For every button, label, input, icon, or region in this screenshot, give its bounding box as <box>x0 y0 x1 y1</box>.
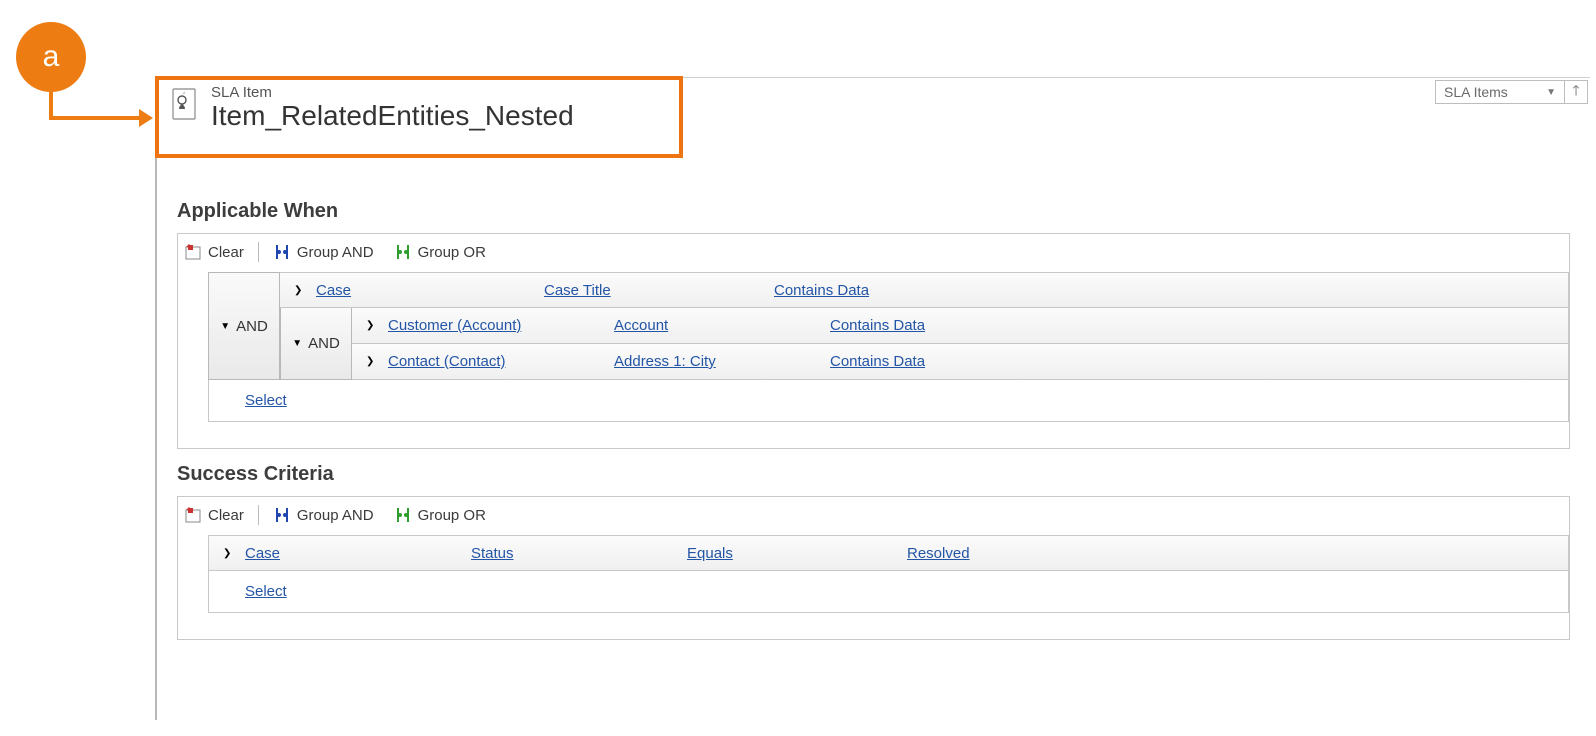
group-and-label: Group AND <box>297 507 374 524</box>
condition-toolbar: Clear Group AND Group OR <box>178 234 1569 272</box>
form-area: SLA Item Item_RelatedEntities_Nested SLA… <box>155 77 1590 720</box>
condition-row: ❯ Contact (Contact) Address 1: City Cont… <box>352 344 1569 380</box>
group-or-icon <box>394 243 412 261</box>
condition-field-link[interactable]: Case Title <box>544 282 611 299</box>
chevron-down-icon: ▼ <box>292 338 302 349</box>
condition-field-link[interactable]: Account <box>614 317 668 334</box>
document-icon <box>171 88 197 120</box>
condition-operator-link[interactable]: Equals <box>687 545 733 562</box>
condition-row: ❯ Customer (Account) Account Contains Da… <box>352 308 1569 344</box>
group-and-icon <box>273 506 291 524</box>
condition-field-link[interactable]: Address 1: City <box>614 353 716 370</box>
view-selector-label: SLA Items <box>1444 84 1508 100</box>
select-link[interactable]: Select <box>245 583 287 600</box>
expand-toggle[interactable]: ❯ <box>366 356 378 367</box>
callout-letter: a <box>43 40 60 74</box>
clear-icon <box>184 243 202 261</box>
arrow-up-icon: 🡑 <box>1572 80 1579 104</box>
condition-entity-link[interactable]: Case <box>245 545 280 562</box>
condition-toolbar: Clear Group AND Group OR <box>178 497 1569 535</box>
nav-up-button[interactable]: 🡑 <box>1564 80 1588 104</box>
condition-entity-link[interactable]: Customer (Account) <box>388 317 521 334</box>
clear-button[interactable]: Clear <box>184 506 244 524</box>
condition-panel: Clear Group AND Group OR <box>177 233 1570 449</box>
group-and-label: Group AND <box>297 244 374 261</box>
group-or-button[interactable]: Group OR <box>394 506 486 524</box>
condition-operator-link[interactable]: Contains Data <box>830 317 925 334</box>
section-success-criteria: Success Criteria Clear Group AND <box>177 449 1570 640</box>
group-and-icon <box>273 243 291 261</box>
condition-field-link[interactable]: Status <box>471 545 514 562</box>
group-and-button[interactable]: Group AND <box>273 506 374 524</box>
group-logic-selector[interactable]: ▼ AND <box>280 308 352 380</box>
group-or-icon <box>394 506 412 524</box>
clear-label: Clear <box>208 244 244 261</box>
separator <box>258 242 259 262</box>
condition-operator-link[interactable]: Contains Data <box>774 282 869 299</box>
add-condition-row: Select <box>208 571 1569 613</box>
condition-tree: ❯ Case Status Equals Resolved <box>208 535 1569 613</box>
expand-toggle[interactable]: ❯ <box>223 548 235 559</box>
separator <box>258 505 259 525</box>
group-and-button[interactable]: Group AND <box>273 243 374 261</box>
record-title: Item_RelatedEntities_Nested <box>211 99 574 133</box>
condition-operator-link[interactable]: Contains Data <box>830 353 925 370</box>
clear-icon <box>184 506 202 524</box>
condition-panel: Clear Group AND Group OR <box>177 496 1570 640</box>
group-or-button[interactable]: Group OR <box>394 243 486 261</box>
record-header: SLA Item Item_RelatedEntities_Nested SLA… <box>157 78 1590 160</box>
condition-row: ❯ Case Status Equals Resolved <box>208 535 1569 571</box>
section-title: Applicable When <box>177 200 1570 223</box>
add-condition-row: Select <box>208 380 1569 422</box>
chevron-down-icon: ▼ <box>220 321 230 332</box>
expand-toggle[interactable]: ❯ <box>294 285 306 296</box>
group-or-label: Group OR <box>418 244 486 261</box>
condition-value-link[interactable]: Resolved <box>907 545 970 562</box>
record-title-block: SLA Item Item_RelatedEntities_Nested <box>157 84 574 133</box>
condition-entity-link[interactable]: Case <box>316 282 351 299</box>
group-logic-selector[interactable]: ▼ AND <box>208 272 280 380</box>
condition-tree: ▼ AND ❯ Case Case Title <box>208 272 1569 422</box>
condition-row: ❯ Case Case Title Contains Data <box>280 272 1569 308</box>
expand-toggle[interactable]: ❯ <box>366 320 378 331</box>
callout-arrowhead <box>139 109 153 127</box>
group-or-label: Group OR <box>418 507 486 524</box>
section-title: Success Criteria <box>177 463 1570 486</box>
group-logic-label: AND <box>236 318 268 335</box>
clear-label: Clear <box>208 507 244 524</box>
select-link[interactable]: Select <box>245 392 287 409</box>
section-applicable-when: Applicable When Clear Group AND <box>177 160 1570 449</box>
clear-button[interactable]: Clear <box>184 243 244 261</box>
condition-entity-link[interactable]: Contact (Contact) <box>388 353 506 370</box>
view-selector[interactable]: SLA Items ▼ <box>1435 80 1565 104</box>
group-logic-label: AND <box>308 335 340 352</box>
callout-connector-h <box>49 116 139 120</box>
chevron-down-icon: ▼ <box>1546 87 1556 98</box>
callout-badge: a <box>16 22 86 92</box>
